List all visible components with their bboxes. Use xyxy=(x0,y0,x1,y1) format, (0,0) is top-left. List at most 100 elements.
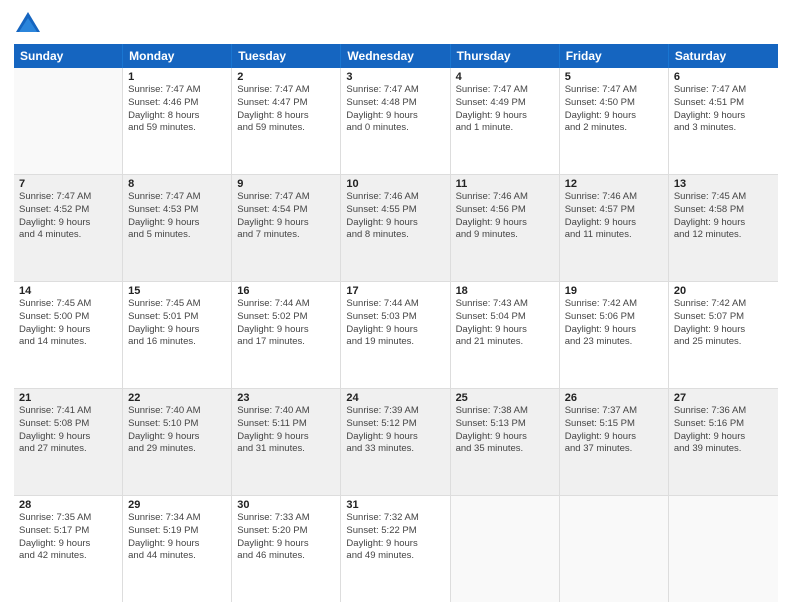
cell-line: Sunrise: 7:47 AM xyxy=(128,191,226,204)
cell-line: Daylight: 9 hours xyxy=(674,431,773,444)
cell-line: Daylight: 9 hours xyxy=(346,431,444,444)
cell-line: Sunset: 5:22 PM xyxy=(346,525,444,538)
calendar-row-1: 7Sunrise: 7:47 AMSunset: 4:52 PMDaylight… xyxy=(14,175,778,282)
cell-line: Daylight: 9 hours xyxy=(19,324,117,337)
day-number: 18 xyxy=(456,285,554,297)
cell-line: Sunrise: 7:45 AM xyxy=(674,191,773,204)
cell-line: Sunset: 4:55 PM xyxy=(346,204,444,217)
cell-line: and 27 minutes. xyxy=(19,443,117,456)
day-number: 21 xyxy=(19,392,117,404)
day-number: 31 xyxy=(346,499,444,511)
calendar-cell-r0-c3: 3Sunrise: 7:47 AMSunset: 4:48 PMDaylight… xyxy=(341,68,450,174)
calendar-cell-r3-c2: 23Sunrise: 7:40 AMSunset: 5:11 PMDayligh… xyxy=(232,389,341,495)
calendar-cell-r4-c2: 30Sunrise: 7:33 AMSunset: 5:20 PMDayligh… xyxy=(232,496,341,602)
cell-line: Sunrise: 7:46 AM xyxy=(456,191,554,204)
cell-line: Daylight: 9 hours xyxy=(674,217,773,230)
calendar-cell-r2-c4: 18Sunrise: 7:43 AMSunset: 5:04 PMDayligh… xyxy=(451,282,560,388)
cell-line: and 3 minutes. xyxy=(674,122,773,135)
cell-line: Sunset: 5:19 PM xyxy=(128,525,226,538)
day-number: 15 xyxy=(128,285,226,297)
cell-line: and 5 minutes. xyxy=(128,229,226,242)
calendar-cell-r0-c5: 5Sunrise: 7:47 AMSunset: 4:50 PMDaylight… xyxy=(560,68,669,174)
cell-line: Sunrise: 7:36 AM xyxy=(674,405,773,418)
header-day-monday: Monday xyxy=(123,44,232,68)
day-number: 30 xyxy=(237,499,335,511)
calendar-cell-r3-c4: 25Sunrise: 7:38 AMSunset: 5:13 PMDayligh… xyxy=(451,389,560,495)
cell-line: Sunset: 5:00 PM xyxy=(19,311,117,324)
day-number: 13 xyxy=(674,178,773,190)
cell-line: Sunset: 5:15 PM xyxy=(565,418,663,431)
cell-line: Sunrise: 7:38 AM xyxy=(456,405,554,418)
cell-line: and 12 minutes. xyxy=(674,229,773,242)
day-number: 12 xyxy=(565,178,663,190)
cell-line: Daylight: 9 hours xyxy=(128,431,226,444)
cell-line: Daylight: 9 hours xyxy=(237,431,335,444)
calendar-cell-r3-c6: 27Sunrise: 7:36 AMSunset: 5:16 PMDayligh… xyxy=(669,389,778,495)
calendar-cell-r1-c4: 11Sunrise: 7:46 AMSunset: 4:56 PMDayligh… xyxy=(451,175,560,281)
cell-line: Daylight: 9 hours xyxy=(565,217,663,230)
cell-line: and 14 minutes. xyxy=(19,336,117,349)
day-number: 6 xyxy=(674,71,773,83)
day-number: 16 xyxy=(237,285,335,297)
calendar-cell-r0-c6: 6Sunrise: 7:47 AMSunset: 4:51 PMDaylight… xyxy=(669,68,778,174)
day-number: 23 xyxy=(237,392,335,404)
cell-line: Sunrise: 7:39 AM xyxy=(346,405,444,418)
cell-line: Sunrise: 7:47 AM xyxy=(674,84,773,97)
calendar-cell-r3-c1: 22Sunrise: 7:40 AMSunset: 5:10 PMDayligh… xyxy=(123,389,232,495)
calendar-cell-r2-c2: 16Sunrise: 7:44 AMSunset: 5:02 PMDayligh… xyxy=(232,282,341,388)
day-number: 2 xyxy=(237,71,335,83)
calendar-cell-r3-c5: 26Sunrise: 7:37 AMSunset: 5:15 PMDayligh… xyxy=(560,389,669,495)
cell-line: Sunset: 4:48 PM xyxy=(346,97,444,110)
cell-line: Sunrise: 7:44 AM xyxy=(346,298,444,311)
cell-line: and 21 minutes. xyxy=(456,336,554,349)
cell-line: and 8 minutes. xyxy=(346,229,444,242)
cell-line: and 31 minutes. xyxy=(237,443,335,456)
cell-line: Sunset: 4:53 PM xyxy=(128,204,226,217)
cell-line: Sunrise: 7:47 AM xyxy=(346,84,444,97)
cell-line: and 25 minutes. xyxy=(674,336,773,349)
cell-line: Sunrise: 7:46 AM xyxy=(346,191,444,204)
day-number: 11 xyxy=(456,178,554,190)
cell-line: Daylight: 9 hours xyxy=(237,538,335,551)
cell-line: Daylight: 8 hours xyxy=(237,110,335,123)
cell-line: Sunset: 5:01 PM xyxy=(128,311,226,324)
cell-line: and 33 minutes. xyxy=(346,443,444,456)
cell-line: and 19 minutes. xyxy=(346,336,444,349)
calendar-header: SundayMondayTuesdayWednesdayThursdayFrid… xyxy=(14,44,778,68)
cell-line: Sunset: 4:49 PM xyxy=(456,97,554,110)
cell-line: Sunrise: 7:47 AM xyxy=(237,191,335,204)
calendar-cell-r2-c3: 17Sunrise: 7:44 AMSunset: 5:03 PMDayligh… xyxy=(341,282,450,388)
calendar-cell-r0-c0 xyxy=(14,68,123,174)
calendar-row-2: 14Sunrise: 7:45 AMSunset: 5:00 PMDayligh… xyxy=(14,282,778,389)
cell-line: Sunrise: 7:47 AM xyxy=(456,84,554,97)
cell-line: Daylight: 9 hours xyxy=(19,217,117,230)
cell-line: and 9 minutes. xyxy=(456,229,554,242)
cell-line: Sunrise: 7:44 AM xyxy=(237,298,335,311)
cell-line: Sunset: 4:58 PM xyxy=(674,204,773,217)
day-number: 1 xyxy=(128,71,226,83)
cell-line: and 17 minutes. xyxy=(237,336,335,349)
calendar-cell-r1-c5: 12Sunrise: 7:46 AMSunset: 4:57 PMDayligh… xyxy=(560,175,669,281)
calendar-row-0: 1Sunrise: 7:47 AMSunset: 4:46 PMDaylight… xyxy=(14,68,778,175)
day-number: 20 xyxy=(674,285,773,297)
cell-line: and 59 minutes. xyxy=(237,122,335,135)
cell-line: and 0 minutes. xyxy=(346,122,444,135)
calendar-cell-r2-c0: 14Sunrise: 7:45 AMSunset: 5:00 PMDayligh… xyxy=(14,282,123,388)
day-number: 3 xyxy=(346,71,444,83)
cell-line: Sunrise: 7:40 AM xyxy=(237,405,335,418)
cell-line: Sunset: 4:56 PM xyxy=(456,204,554,217)
cell-line: and 42 minutes. xyxy=(19,550,117,563)
cell-line: Daylight: 9 hours xyxy=(128,324,226,337)
cell-line: Daylight: 9 hours xyxy=(19,538,117,551)
cell-line: and 59 minutes. xyxy=(128,122,226,135)
header xyxy=(14,10,778,38)
cell-line: Daylight: 9 hours xyxy=(128,538,226,551)
cell-line: Sunset: 5:11 PM xyxy=(237,418,335,431)
day-number: 26 xyxy=(565,392,663,404)
day-number: 19 xyxy=(565,285,663,297)
cell-line: Daylight: 9 hours xyxy=(346,217,444,230)
cell-line: Sunrise: 7:42 AM xyxy=(565,298,663,311)
cell-line: Sunset: 5:20 PM xyxy=(237,525,335,538)
cell-line: Sunset: 4:51 PM xyxy=(674,97,773,110)
header-day-sunday: Sunday xyxy=(14,44,123,68)
